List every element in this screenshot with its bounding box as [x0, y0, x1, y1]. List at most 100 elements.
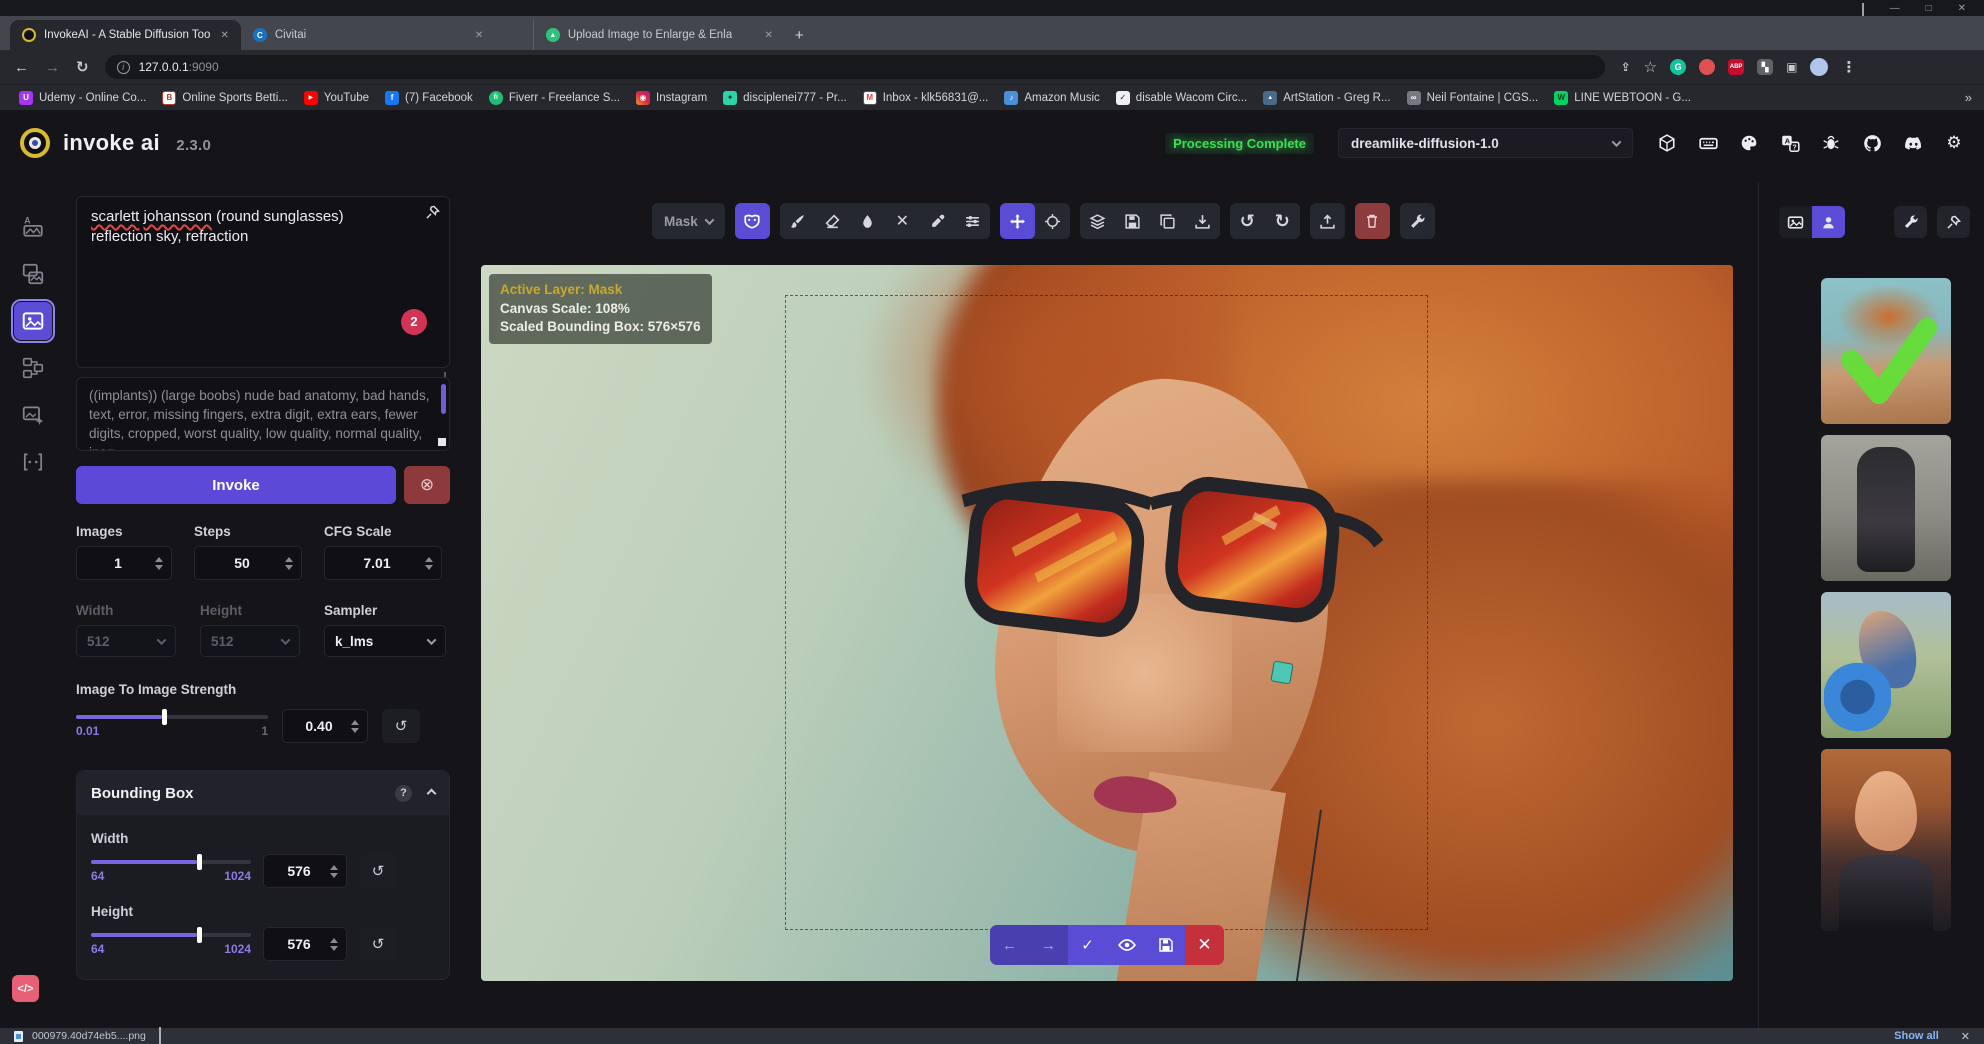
- collapse-chevron-icon[interactable]: [427, 788, 437, 798]
- help-icon[interactable]: ?: [395, 785, 412, 802]
- scrollbar-thumb[interactable]: [441, 384, 446, 414]
- localization-translate-icon[interactable]: A?: [1780, 133, 1800, 153]
- adblock-plus-icon[interactable]: ABP: [1728, 59, 1744, 75]
- eraser-tool-button[interactable]: [815, 203, 850, 239]
- mask-toggle-button[interactable]: [735, 203, 770, 239]
- report-bug-icon[interactable]: [1821, 133, 1841, 153]
- bookmark-disciplenei[interactable]: ✦disciplenei777 - Pr...: [716, 89, 854, 107]
- cfg-scale-input[interactable]: 7.01: [324, 546, 442, 580]
- tab-nodes[interactable]: [14, 349, 52, 387]
- next-result-button[interactable]: →: [1029, 925, 1068, 965]
- tab-unified-canvas[interactable]: [14, 302, 52, 340]
- bookmark-webtoon[interactable]: WLINE WEBTOON - G...: [1547, 89, 1698, 107]
- gallery-pin-button[interactable]: [1937, 206, 1970, 238]
- save-staging-image-button[interactable]: [1146, 925, 1185, 965]
- stepper-arrows[interactable]: [285, 557, 293, 570]
- browser-tab-civitai[interactable]: C Civitai ✕: [241, 20, 533, 50]
- bbox-height-slider[interactable]: [91, 933, 251, 937]
- bookmark-amazon-music[interactable]: ♪Amazon Music: [997, 89, 1106, 107]
- tab-close-icon[interactable]: ✕: [762, 28, 774, 43]
- side-panel-icon[interactable]: ▣: [1786, 60, 1797, 74]
- forward-button[interactable]: →: [45, 59, 60, 76]
- site-info-icon[interactable]: i: [117, 61, 130, 74]
- bookmark-neil-fontaine[interactable]: ∞Neil Fontaine | CGS...: [1400, 89, 1546, 107]
- bbox-height-input[interactable]: 576: [263, 927, 347, 961]
- move-tool-button[interactable]: [1000, 203, 1035, 239]
- bookmark-inbox[interactable]: MInbox - klk56831@...: [856, 89, 996, 107]
- new-tab-button[interactable]: +: [795, 27, 804, 44]
- extensions-puzzle-icon[interactable]: ▚: [1757, 59, 1773, 75]
- bookmark-wacom[interactable]: ✓disable Wacom Circ...: [1109, 89, 1254, 107]
- discard-staging-button[interactable]: ✕: [1185, 925, 1224, 965]
- tab-image-to-image[interactable]: [14, 255, 52, 293]
- accept-result-button[interactable]: ✓: [1068, 925, 1107, 965]
- bookmark-artstation[interactable]: ▲ArtStation - Greg R...: [1256, 89, 1397, 107]
- address-bar[interactable]: i 127.0.0.1:9090: [105, 55, 1605, 79]
- browser-menu-icon[interactable]: ⋮: [1841, 58, 1856, 76]
- stepper-arrows[interactable]: [155, 557, 163, 570]
- bookmark-udemy[interactable]: UUdemy - Online Co...: [12, 89, 153, 107]
- download-image-button[interactable]: [1185, 203, 1220, 239]
- stepper-arrows[interactable]: [425, 557, 433, 570]
- reload-button[interactable]: ↻: [76, 58, 89, 76]
- show-hide-result-button[interactable]: [1107, 925, 1146, 965]
- theme-palette-icon[interactable]: [1739, 133, 1759, 153]
- sampler-select[interactable]: k_lms: [324, 625, 446, 657]
- window-maximize-button[interactable]: □: [1926, 3, 1932, 14]
- bookmark-youtube[interactable]: ▶YouTube: [297, 89, 376, 107]
- settings-gear-icon[interactable]: ⚙: [1944, 133, 1964, 153]
- bookmark-facebook[interactable]: f(7) Facebook: [378, 89, 480, 107]
- pin-options-icon[interactable]: [425, 205, 440, 220]
- bounding-box-header[interactable]: Bounding Box ?: [77, 771, 449, 815]
- undo-button[interactable]: ↺: [1230, 203, 1265, 239]
- bbox-width-reset-button[interactable]: ↺: [359, 854, 397, 888]
- tab-post-processing[interactable]: [14, 396, 52, 434]
- bookmarks-overflow-chevron[interactable]: »: [1965, 90, 1972, 105]
- bounding-box-selection[interactable]: [785, 295, 1428, 930]
- grammarly-extension-icon[interactable]: G: [1670, 59, 1686, 75]
- gallery-settings-wrench-button[interactable]: [1894, 206, 1927, 238]
- share-icon[interactable]: ⇪: [1621, 60, 1631, 74]
- stepper-arrows[interactable]: [330, 865, 338, 878]
- previous-result-button[interactable]: ←: [990, 925, 1029, 965]
- bookmark-instagram[interactable]: ◉Instagram: [629, 89, 714, 107]
- color-picker-button[interactable]: [920, 203, 955, 239]
- downloaded-file-chip[interactable]: 000979.40d74eb5....png: [32, 1030, 146, 1042]
- gallery-images-toggle[interactable]: [1779, 206, 1812, 238]
- browser-tab-upload-image[interactable]: ▲ Upload Image to Enlarge & Enla ✕: [533, 20, 785, 50]
- strength-input[interactable]: 0.40: [282, 709, 368, 743]
- brush-tool-button[interactable]: [780, 203, 815, 239]
- strength-slider[interactable]: [76, 715, 268, 719]
- tab-training[interactable]: [14, 443, 52, 481]
- slider-handle[interactable]: [197, 927, 202, 943]
- height-select[interactable]: 512: [200, 625, 300, 657]
- bbox-height-reset-button[interactable]: ↺: [359, 927, 397, 961]
- bbox-width-input[interactable]: 576: [263, 854, 347, 888]
- positive-prompt-input[interactable]: scarlett johansson (round sunglasses) re…: [76, 196, 450, 368]
- profile-avatar[interactable]: [1810, 58, 1828, 76]
- steps-input[interactable]: 50: [194, 546, 302, 580]
- copy-to-clipboard-button[interactable]: [1150, 203, 1185, 239]
- slider-handle[interactable]: [162, 709, 167, 725]
- layer-select[interactable]: Mask: [652, 203, 725, 239]
- canvas-settings-wrench-button[interactable]: [1400, 203, 1435, 239]
- images-input[interactable]: 1: [76, 546, 172, 580]
- tab-close-icon[interactable]: ✕: [473, 28, 485, 43]
- reset-view-button[interactable]: [1035, 203, 1070, 239]
- cancel-button[interactable]: ⊗: [404, 466, 450, 504]
- save-to-gallery-button[interactable]: [1115, 203, 1150, 239]
- gallery-thumbnail[interactable]: [1821, 749, 1951, 931]
- discord-icon[interactable]: [1903, 133, 1923, 153]
- window-close-button[interactable]: ✕: [1958, 3, 1966, 14]
- tab-close-icon[interactable]: ✕: [218, 28, 230, 43]
- model-manager-cube-icon[interactable]: [1657, 133, 1677, 153]
- gallery-thumbnail[interactable]: [1821, 592, 1951, 738]
- clear-canvas-button[interactable]: [1355, 203, 1390, 239]
- browser-tab-invokeai[interactable]: InvokeAI - A Stable Diffusion Too ✕: [10, 20, 241, 50]
- upload-image-button[interactable]: [1310, 203, 1345, 239]
- gallery-thumbnail[interactable]: [1821, 435, 1951, 581]
- negative-prompt-input[interactable]: ((implants)) (large boobs) nude bad anat…: [76, 377, 450, 451]
- bookmark-fiverr[interactable]: fiFiverr - Freelance S...: [482, 89, 627, 107]
- stepper-arrows[interactable]: [330, 938, 338, 951]
- erase-bounding-box-button[interactable]: ✕: [885, 203, 920, 239]
